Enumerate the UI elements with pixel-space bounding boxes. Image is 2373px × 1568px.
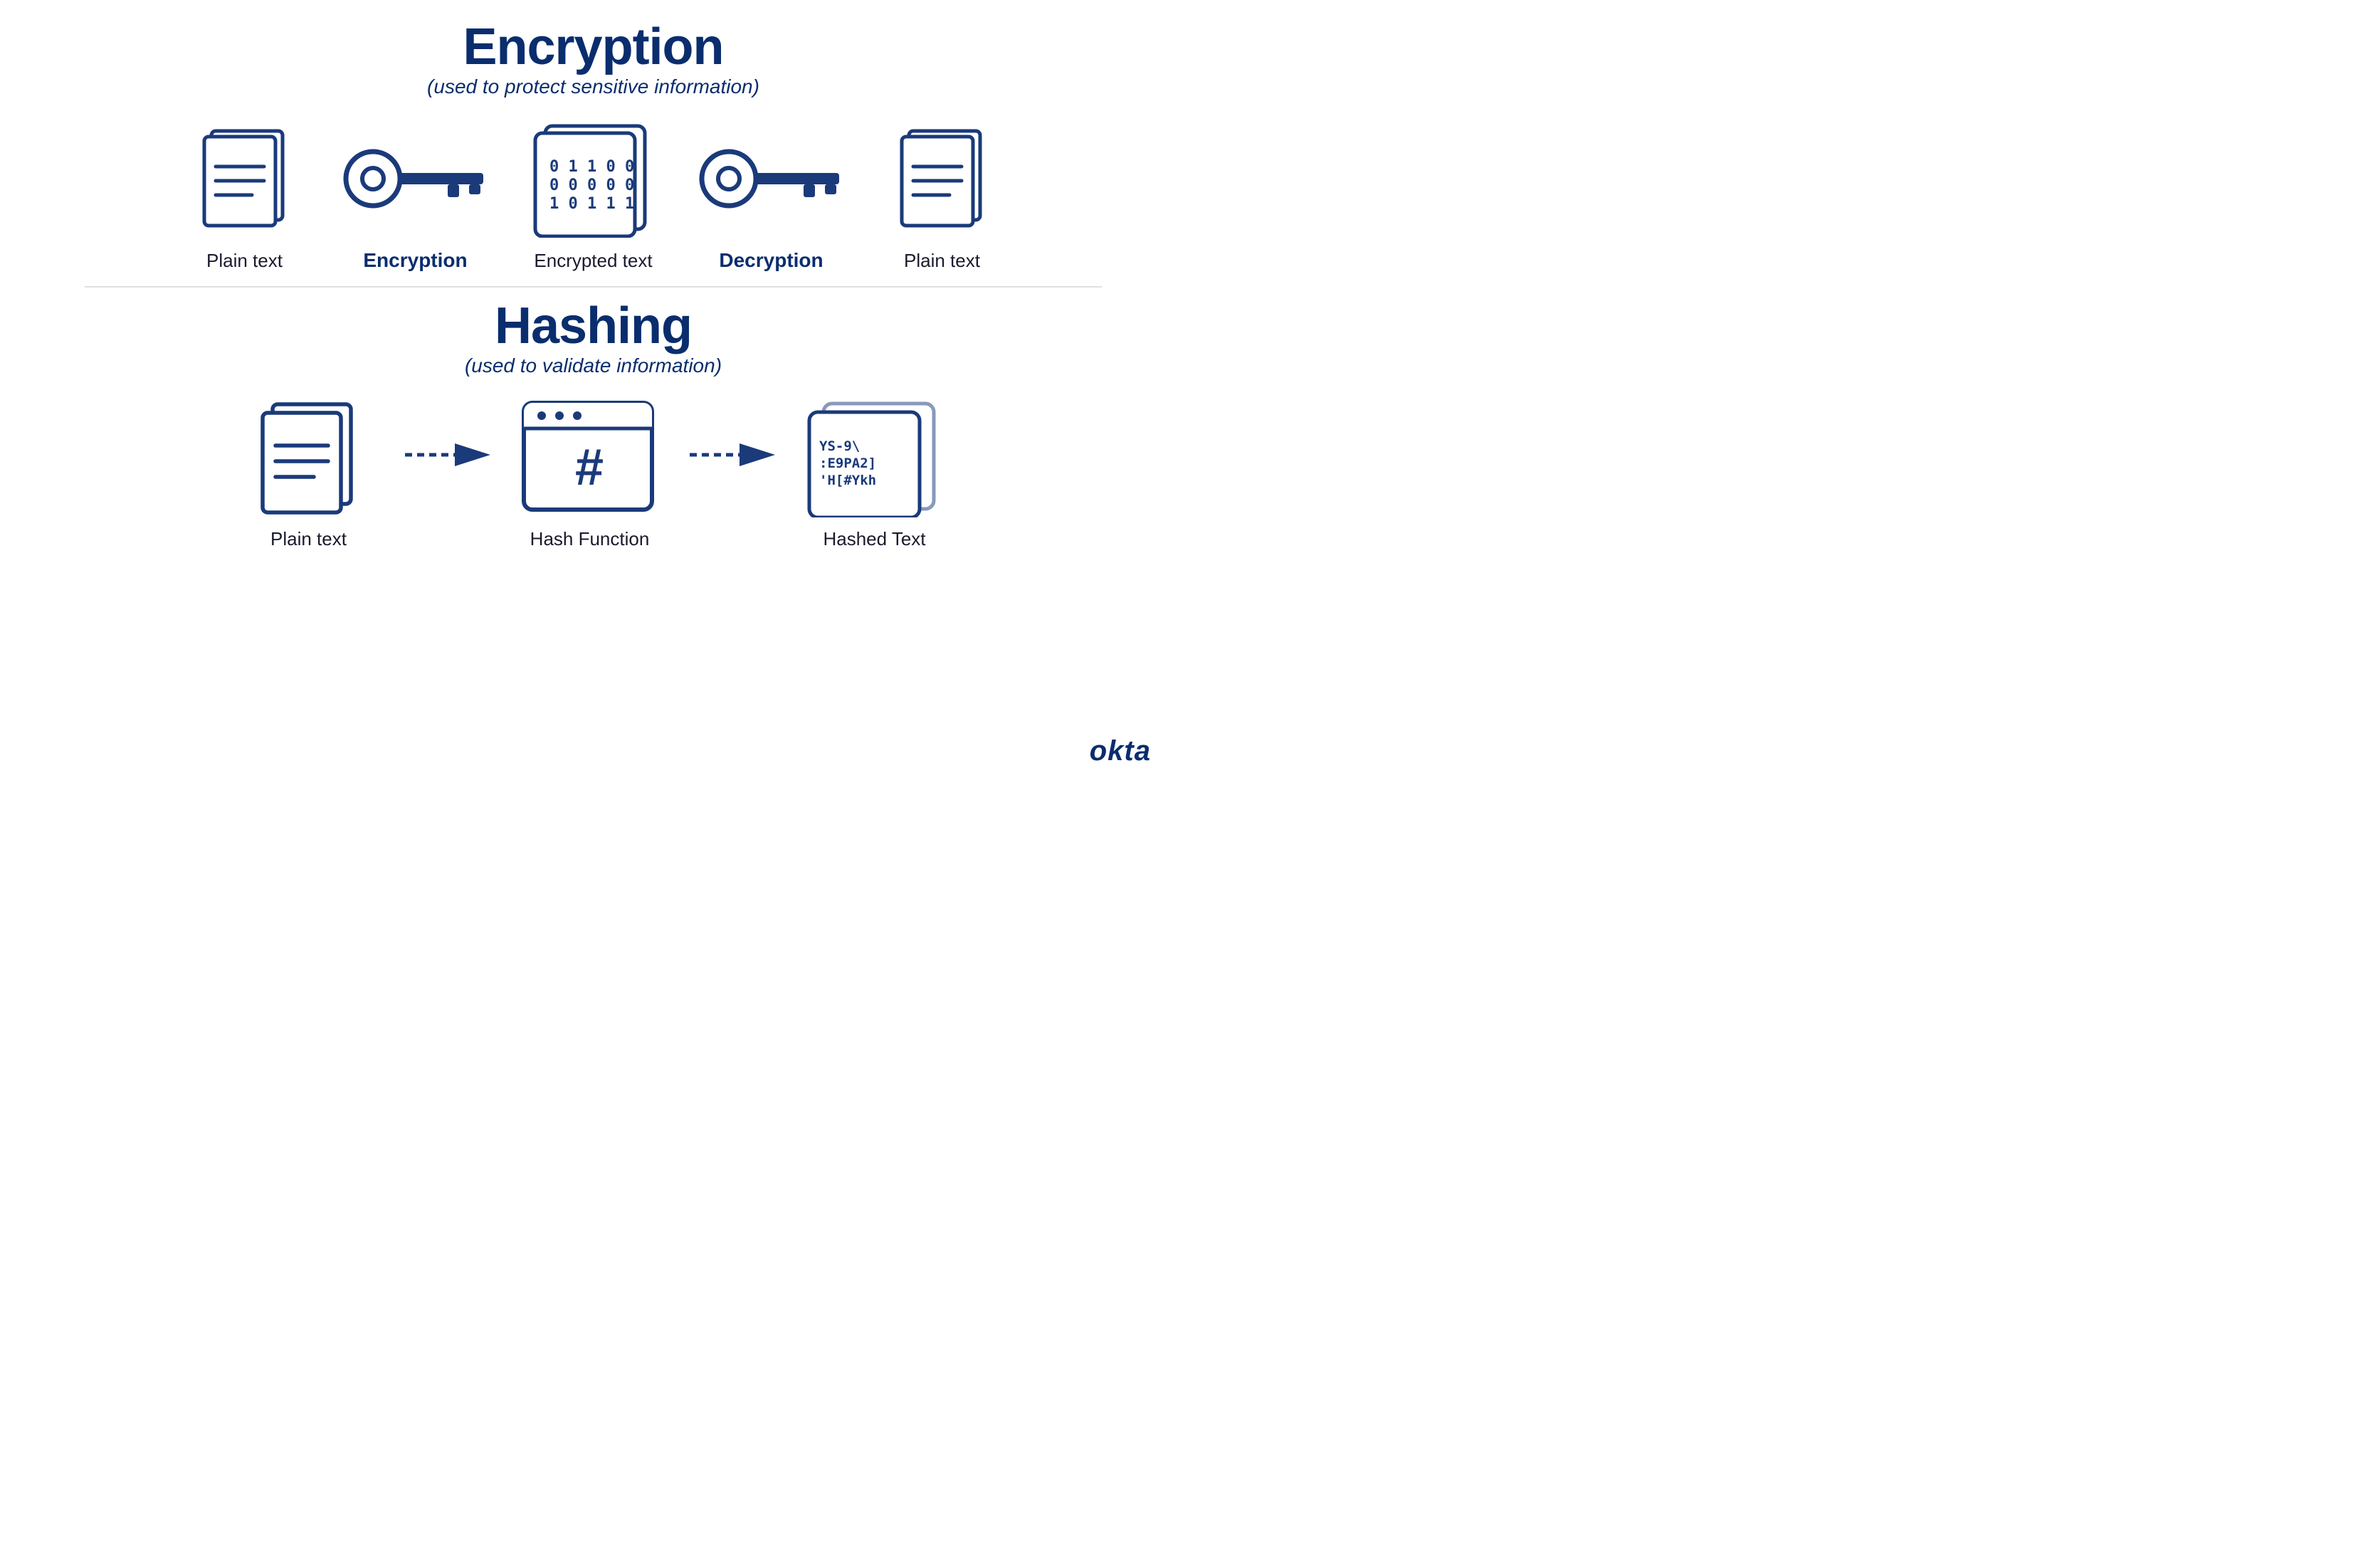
svg-text:1 0 1 1 1: 1 0 1 1 1 [549, 195, 634, 213]
hash-arrow-2-icon [686, 433, 779, 476]
hashing-doc-icon [257, 397, 360, 518]
decryption-doc-icon [896, 124, 989, 234]
encryption-title: Encryption [463, 21, 723, 73]
page: Encryption (used to protect sensitive in… [0, 0, 1186, 783]
hash-function-icon-wrap: # [520, 397, 659, 518]
encryption-subtitle: (used to protect sensitive information) [427, 75, 759, 98]
hash-arrow-2-wrap [683, 433, 782, 515]
encryption-plaintext-label: Plain text [206, 250, 283, 272]
svg-text:0 0 0 0 0: 0 0 0 0 0 [549, 177, 634, 194]
svg-text:#: # [575, 439, 604, 496]
decryption-plaintext-label: Plain text [904, 250, 980, 272]
plaintext-doc-icon [199, 124, 291, 234]
hashing-subtitle: (used to validate information) [465, 354, 722, 377]
encryption-key-item: Encryption [323, 118, 508, 272]
svg-text::E9PA2]: :E9PA2] [819, 456, 876, 471]
plaintext-doc-icon-wrap [199, 119, 291, 240]
hashing-plaintext-item: Plain text [220, 397, 398, 550]
decryption-key-label: Decryption [719, 249, 823, 272]
hash-arrow-1-wrap [398, 433, 498, 515]
hashing-diagram-row: Plain text [28, 397, 1158, 550]
encryption-plaintext-item: Plain text [167, 119, 323, 272]
svg-text:YS-9\: YS-9\ [819, 438, 860, 454]
encrypted-text-label: Encrypted text [534, 250, 652, 272]
encryption-key-label: Encryption [363, 249, 467, 272]
hashed-text-item: YS-9\ :E9PA2] 'H[#Ykh Hashed Text [782, 397, 967, 550]
encrypted-text-item: 0 1 1 0 0 0 0 0 0 0 1 0 1 1 1 Encrypted … [508, 119, 679, 272]
encryption-key-icon-wrap [337, 118, 494, 239]
encrypted-text-icon: 0 1 1 0 0 0 0 0 0 0 1 0 1 1 1 [530, 120, 658, 238]
decryption-key-icon [693, 132, 850, 225]
hashing-title: Hashing [495, 300, 692, 352]
encryption-section: Encryption (used to protect sensitive in… [28, 21, 1158, 272]
hash-function-icon: # [520, 399, 659, 517]
hashed-text-label: Hashed Text [823, 528, 925, 550]
hash-function-label: Hash Function [530, 528, 650, 550]
hashing-section: Hashing (used to validate information) [28, 300, 1158, 550]
encrypted-text-icon-wrap: 0 1 1 0 0 0 0 0 0 0 1 0 1 1 1 [530, 119, 658, 240]
svg-text:0 1 1 0 0: 0 1 1 0 0 [549, 158, 634, 176]
section-divider [85, 286, 1101, 288]
hashing-plaintext-label: Plain text [270, 528, 347, 550]
hashing-plaintext-icon-wrap [257, 397, 360, 518]
hashed-text-icon: YS-9\ :E9PA2] 'H[#Ykh [804, 398, 946, 517]
encryption-key-icon [337, 132, 494, 225]
decryption-key-icon-wrap [693, 118, 850, 239]
svg-text:'H[#Ykh: 'H[#Ykh [819, 473, 876, 488]
encryption-diagram-row: Plain text Encryption [28, 118, 1158, 272]
decryption-key-item: Decryption [679, 118, 864, 272]
decryption-plaintext-item: Plain text [864, 119, 1021, 272]
decryption-plaintext-icon-wrap [896, 119, 989, 240]
hashed-text-icon-wrap: YS-9\ :E9PA2] 'H[#Ykh [804, 397, 946, 518]
hash-function-item: # Hash Function [498, 397, 683, 550]
hash-arrow-1-icon [401, 433, 494, 476]
okta-logo: okta [1090, 735, 1151, 767]
